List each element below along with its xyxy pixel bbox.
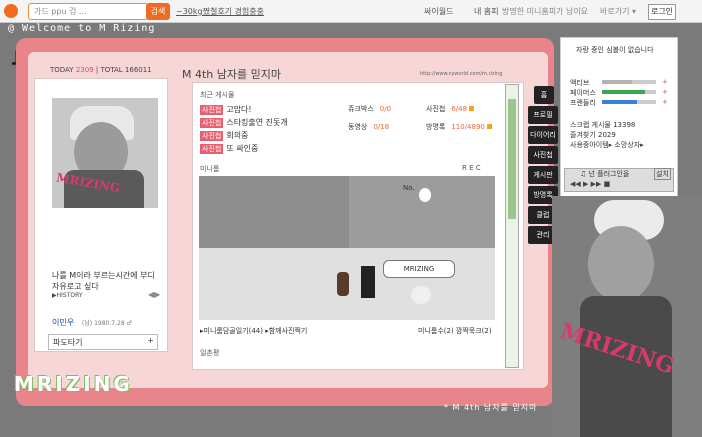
item-links[interactable]: 사용중아이템▸ 소망상자▸ bbox=[570, 140, 644, 150]
attr-famous-bar bbox=[602, 90, 656, 94]
decorative-portrait: MRIZING bbox=[552, 196, 702, 437]
search-input[interactable]: 가드 ppu 검 ... bbox=[28, 3, 148, 20]
attr-active-plus[interactable]: + bbox=[662, 78, 668, 86]
main-scrollbar[interactable] bbox=[505, 84, 519, 368]
stat-label: 방명록 bbox=[426, 123, 446, 131]
nav-visited[interactable]: 방명한 미니홈피가 남이요 bbox=[502, 6, 588, 17]
stat-value: 0/18 bbox=[373, 123, 390, 131]
attr-famous-plus[interactable]: + bbox=[662, 88, 668, 96]
symbol-notice: 자랑 중인 심볼이 없습니다 bbox=[576, 46, 654, 54]
player-controls[interactable]: ◀◀ ▶ ▶▶ ■ bbox=[570, 180, 610, 188]
cyworld-logo-icon[interactable] bbox=[4, 4, 18, 18]
stat-guestbook[interactable]: 방명록 110/4890 bbox=[426, 122, 492, 132]
rec-label[interactable]: R E C bbox=[462, 164, 481, 172]
wave-surf-dropdown[interactable]: 파도타기 + bbox=[48, 334, 158, 350]
owner-birth: (남) 1980.7.28 ♂ bbox=[82, 320, 132, 327]
total-label: TOTAL bbox=[100, 66, 123, 74]
surprise-link[interactable]: 깜짝묵크(2) bbox=[456, 327, 492, 335]
miniroom-count-link[interactable]: 미니룸수(2) bbox=[418, 327, 454, 335]
stat-videos[interactable]: 동영상 0/18 bbox=[348, 122, 389, 132]
miniroom-scene[interactable]: No. MRIZING bbox=[199, 176, 495, 320]
post-text: 고맙다! bbox=[226, 105, 252, 114]
speaker-item[interactable] bbox=[361, 266, 375, 298]
footer-caption: * M 4th 남자를 믿지마 bbox=[444, 403, 538, 412]
favorite-count[interactable]: 즐겨찾기 2029 bbox=[570, 130, 616, 140]
top-navigation-bar: 가드 ppu 검 ... 검색 ~30kg쪘철호기 경험충충 싸이월드 내 홈피… bbox=[0, 0, 702, 23]
miniroom-title: 미니룸 bbox=[200, 165, 220, 173]
miniroom-banner: MRIZING bbox=[383, 260, 455, 278]
scrap-count[interactable]: 스크랩 게시물 13398 bbox=[570, 120, 635, 130]
history-arrows-icon[interactable]: ◀▶ bbox=[148, 290, 160, 299]
history-link[interactable]: ▶HISTORY bbox=[52, 292, 83, 299]
attr-famous-label: 페이머스 bbox=[570, 89, 596, 97]
new-dot-icon bbox=[486, 124, 492, 129]
miniroom-links: ▸미니룸담골일기(44) ▸함께사진찍기 bbox=[200, 326, 307, 336]
post-tag: 사진첩 bbox=[200, 105, 224, 115]
attr-friendly-bar bbox=[602, 100, 656, 104]
recent-post-1[interactable]: 사진첩 고맙다! bbox=[200, 104, 252, 115]
stat-value: 110/4890 bbox=[451, 123, 485, 131]
attr-friendly-label: 프랜들리 bbox=[570, 99, 596, 107]
welcome-text: @ Welcome to M Rizing bbox=[8, 23, 156, 34]
stat-value: 6/48 bbox=[451, 105, 468, 113]
attr-active-label: 액티브 bbox=[570, 79, 590, 87]
post-tag: 사진첩 bbox=[200, 118, 224, 128]
owner-name[interactable]: 이민우 bbox=[52, 317, 74, 328]
recent-post-4[interactable]: 사진첩 또 싸인중 bbox=[200, 143, 258, 154]
player-label: ♫ 넌 플러그인을 bbox=[580, 170, 630, 178]
post-tag: 사진첩 bbox=[200, 144, 224, 154]
stat-photos[interactable]: 사진첩 6/48 bbox=[426, 104, 475, 114]
attr-active-bar bbox=[602, 80, 656, 84]
post-text: 또 싸인중 bbox=[226, 144, 259, 153]
miniroom-links-right: 미니룸수(2) 깜짝묵크(2) bbox=[418, 326, 492, 336]
stat-label: 사진첩 bbox=[426, 105, 446, 113]
brand-logo-text: MRIZING bbox=[14, 372, 133, 396]
tab-photos[interactable]: 사진첩 bbox=[528, 146, 558, 164]
nav-cyworld[interactable]: 싸이월드 bbox=[424, 6, 453, 17]
top-promo-link[interactable]: ~30kg쪘철호기 경험충충 bbox=[176, 6, 264, 17]
tab-diary[interactable]: 다이어리 bbox=[528, 126, 558, 144]
profile-photo: MRIZING bbox=[52, 98, 158, 208]
recent-post-2[interactable]: 사진첩 스타킹출연 진돗개 bbox=[200, 117, 288, 128]
visitor-counter: TODAY 2309 | TOTAL 166011 bbox=[50, 66, 152, 74]
post-tag: 사진첩 bbox=[200, 131, 224, 141]
dog-item[interactable] bbox=[411, 286, 431, 304]
scroll-thumb[interactable] bbox=[508, 99, 516, 219]
post-text: 회의중 bbox=[226, 131, 249, 140]
homepage-url[interactable]: http://www.cyworld.com/m.rizing bbox=[420, 71, 502, 77]
stat-label: 쥬크박스 bbox=[348, 105, 374, 113]
total-count: 166011 bbox=[124, 66, 152, 74]
take-photo-link[interactable]: ▸함께사진찍기 bbox=[265, 327, 307, 335]
login-button[interactable]: 로그인 bbox=[648, 4, 676, 20]
sheep-decoration bbox=[419, 188, 431, 202]
stat-jukebox[interactable]: 쥬크박스 0/0 bbox=[348, 104, 391, 114]
miniroom-diary-link[interactable]: ▸미니룸담골일기(44) bbox=[200, 327, 263, 335]
minime-avatar[interactable] bbox=[337, 272, 349, 296]
nav-shortcut-dropdown[interactable]: 바로가기 ▾ bbox=[600, 6, 636, 17]
attr-friendly-plus[interactable]: + bbox=[662, 98, 668, 106]
search-button[interactable]: 검색 bbox=[146, 3, 170, 20]
search-placeholder: 가드 ppu 검 ... bbox=[34, 7, 87, 16]
post-text: 스타킹출연 진돗개 bbox=[226, 118, 288, 127]
new-dot-icon bbox=[469, 106, 475, 111]
install-plugin-button[interactable]: 설치 bbox=[654, 168, 671, 180]
tab-home[interactable]: 홈 bbox=[534, 86, 554, 104]
today-count: 2309 bbox=[75, 66, 94, 74]
stat-label: 동영상 bbox=[348, 123, 368, 131]
ilchon-comments-title: 일촌평 bbox=[200, 349, 220, 357]
plus-icon: + bbox=[147, 336, 154, 345]
no-sign: No. bbox=[403, 184, 415, 192]
profile-intro: 나를 M이라 부르는시간에 부디 자유로고 싶다 bbox=[52, 271, 155, 291]
today-label: TODAY bbox=[50, 66, 74, 74]
dropdown-label: 파도타기 bbox=[53, 338, 83, 347]
tab-board[interactable]: 게시판 bbox=[528, 166, 558, 184]
page-title: M 4th 남자를 믿지마 bbox=[182, 68, 281, 81]
tab-profile[interactable]: 프로필 bbox=[528, 106, 558, 124]
recent-post-3[interactable]: 사진첩 회의중 bbox=[200, 130, 248, 141]
nav-my-homepage[interactable]: 내 홈피 bbox=[474, 6, 499, 17]
stat-value: 0/0 bbox=[379, 105, 392, 113]
recent-posts-title: 최근 게시물 bbox=[200, 91, 235, 99]
